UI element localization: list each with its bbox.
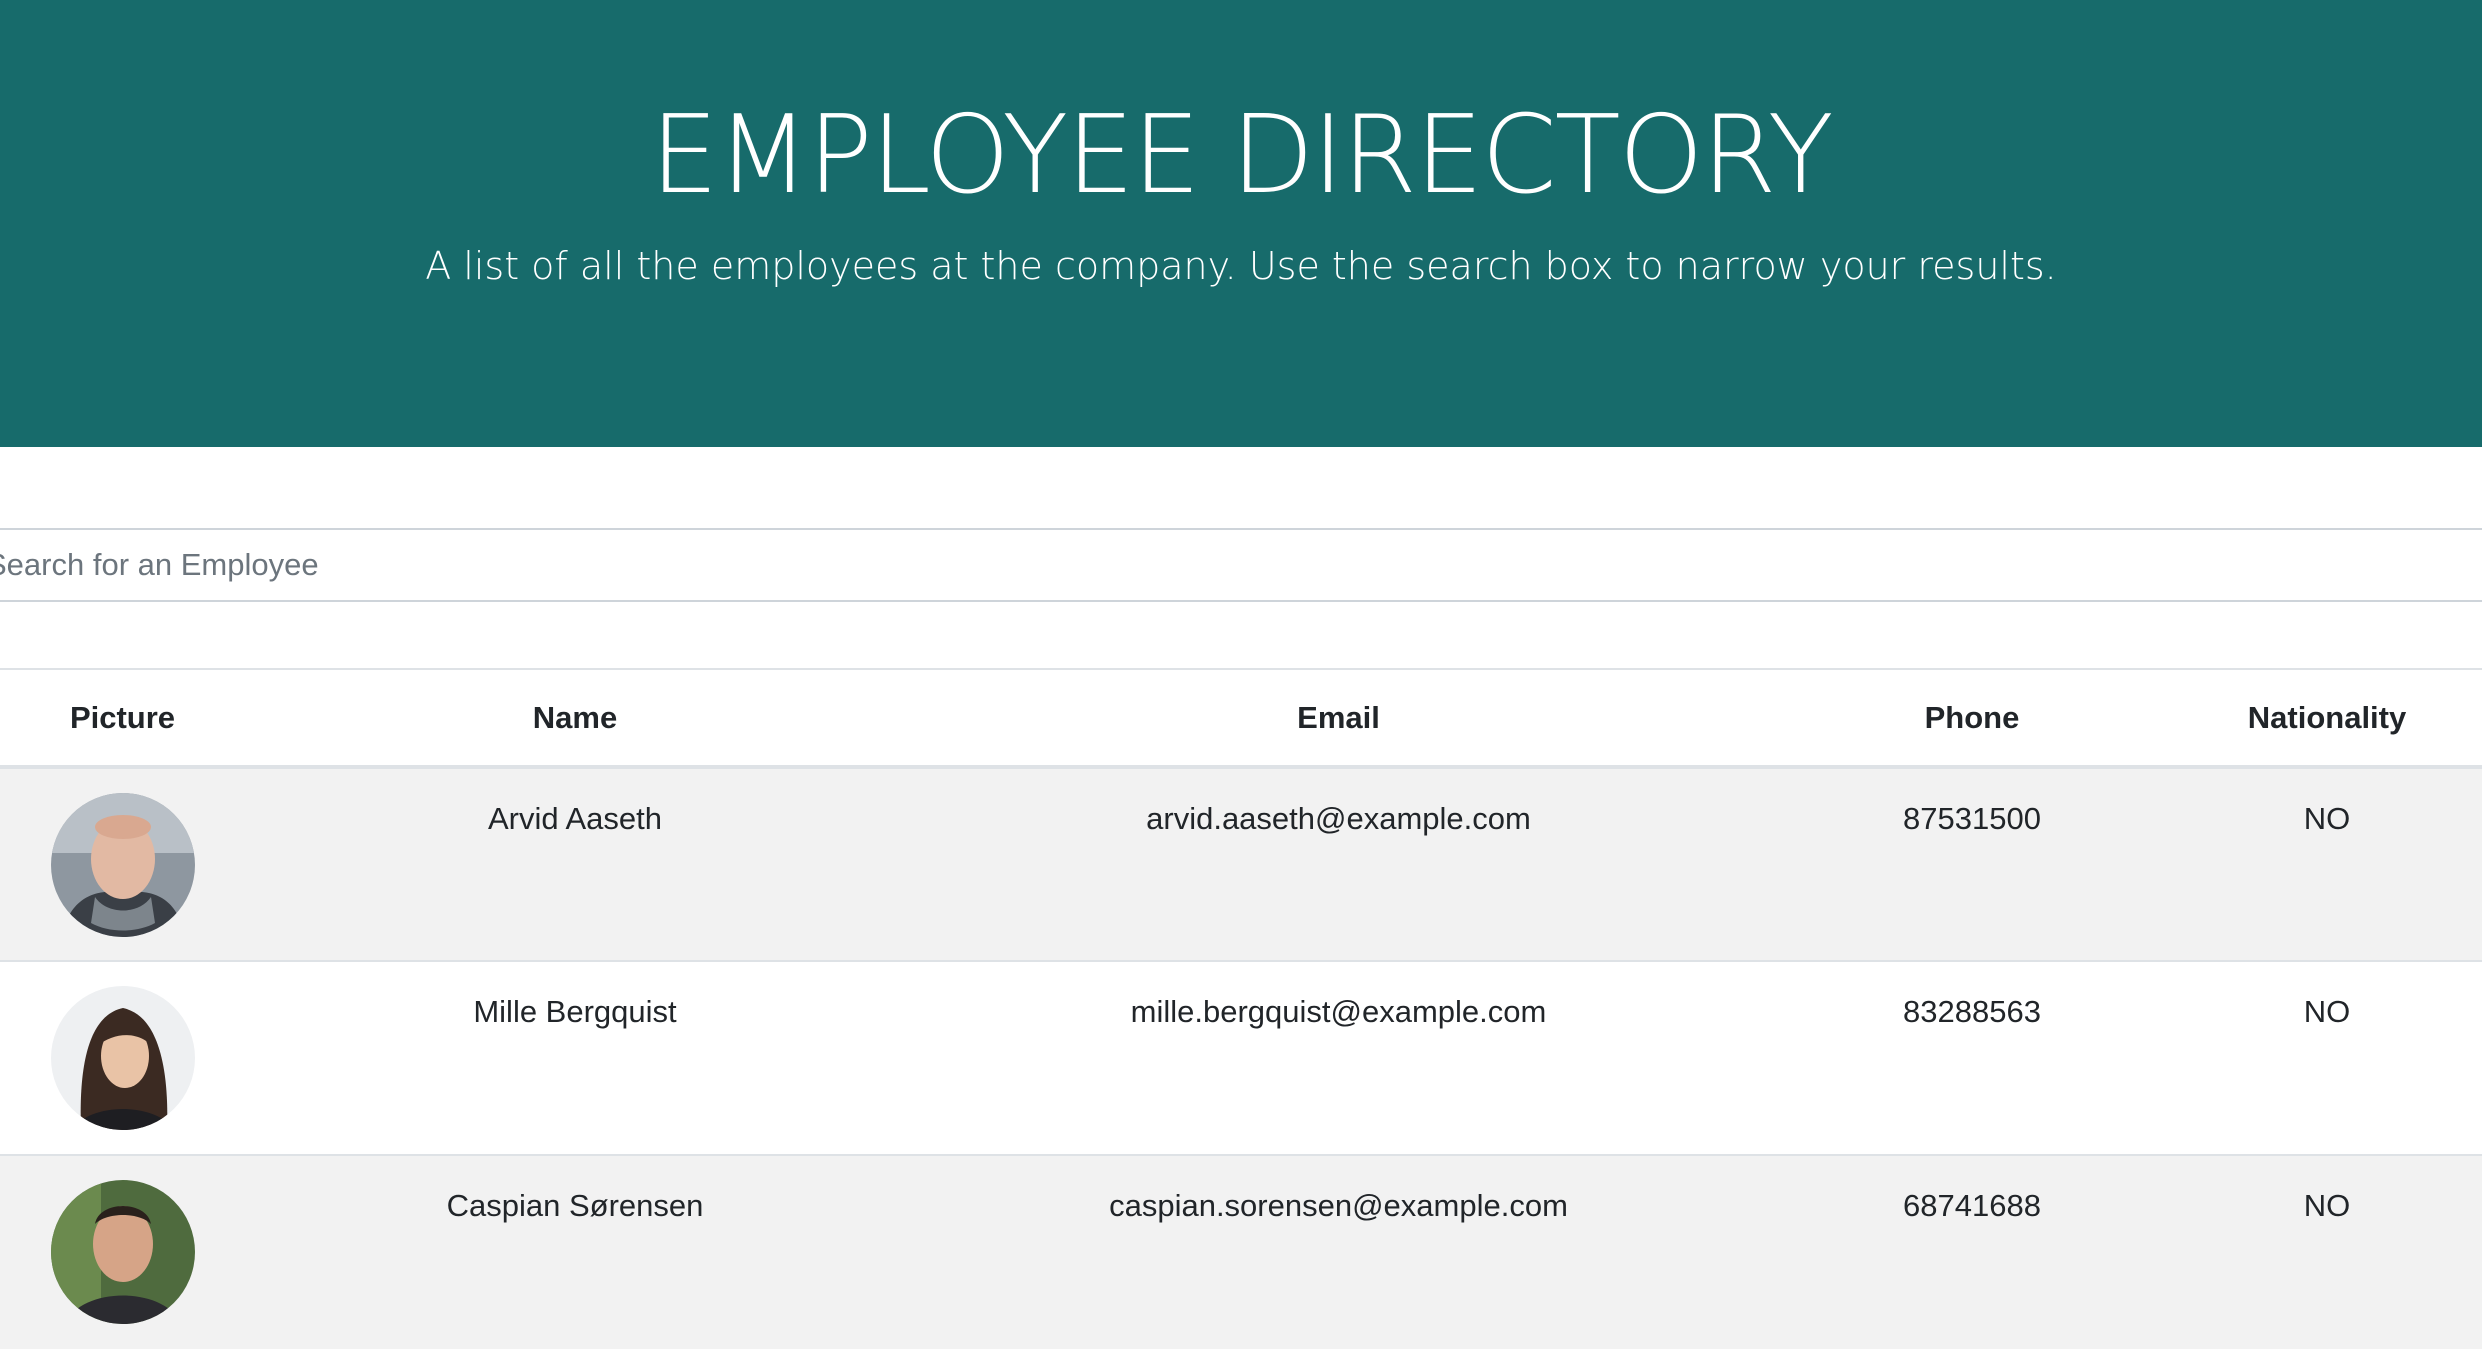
search-bar bbox=[0, 528, 2482, 602]
employee-name: Arvid Aaseth bbox=[487, 801, 663, 836]
page-title: EMPLOYEE DIRECTORY bbox=[650, 93, 1834, 218]
employee-nationality: NO bbox=[2303, 994, 2351, 1029]
picture-cell bbox=[0, 767, 245, 961]
employee-name: Caspian Sørensen bbox=[446, 1188, 704, 1223]
employee-avatar bbox=[50, 986, 195, 1130]
table-row: Mille Bergquist mille.bergquist@example.… bbox=[0, 961, 2482, 1155]
employee-phone: 83288563 bbox=[1903, 994, 2041, 1029]
employee-nationality: NO bbox=[2303, 1188, 2351, 1223]
header-jumbotron: EMPLOYEE DIRECTORY A list of all the emp… bbox=[0, 0, 2482, 447]
employee-email: mille.bergquist@example.com bbox=[1130, 994, 1547, 1029]
column-header-picture[interactable]: Picture bbox=[0, 669, 245, 767]
column-header-nationality[interactable]: Nationality bbox=[2172, 669, 2482, 767]
column-header-email[interactable]: Email bbox=[905, 669, 1772, 767]
employee-phone: 87531500 bbox=[1903, 801, 2041, 836]
table-row: Caspian Sørensen caspian.sorensen@exampl… bbox=[0, 1155, 2482, 1349]
picture-cell bbox=[0, 1155, 245, 1349]
employee-name: Mille Bergquist bbox=[473, 994, 677, 1029]
search-input[interactable] bbox=[0, 530, 2476, 600]
employee-email: arvid.aaseth@example.com bbox=[1146, 801, 1531, 836]
page-subtitle: A list of all the employees at the compa… bbox=[425, 244, 2057, 288]
employee-email: caspian.sorensen@example.com bbox=[1109, 1188, 1568, 1223]
picture-cell bbox=[0, 961, 245, 1155]
column-header-phone[interactable]: Phone bbox=[1772, 669, 2172, 767]
employee-nationality: NO bbox=[2303, 801, 2351, 836]
employee-phone: 68741688 bbox=[1903, 1188, 2041, 1223]
employee-avatar bbox=[50, 1180, 195, 1324]
table-row: Arvid Aaseth arvid.aaseth@example.com 87… bbox=[0, 767, 2482, 961]
employee-table: Picture Name Email Phone Nationality Arv… bbox=[0, 668, 2482, 1349]
column-header-name[interactable]: Name bbox=[245, 669, 905, 767]
table-header-row: Picture Name Email Phone Nationality bbox=[0, 669, 2482, 767]
employee-avatar bbox=[50, 793, 195, 937]
